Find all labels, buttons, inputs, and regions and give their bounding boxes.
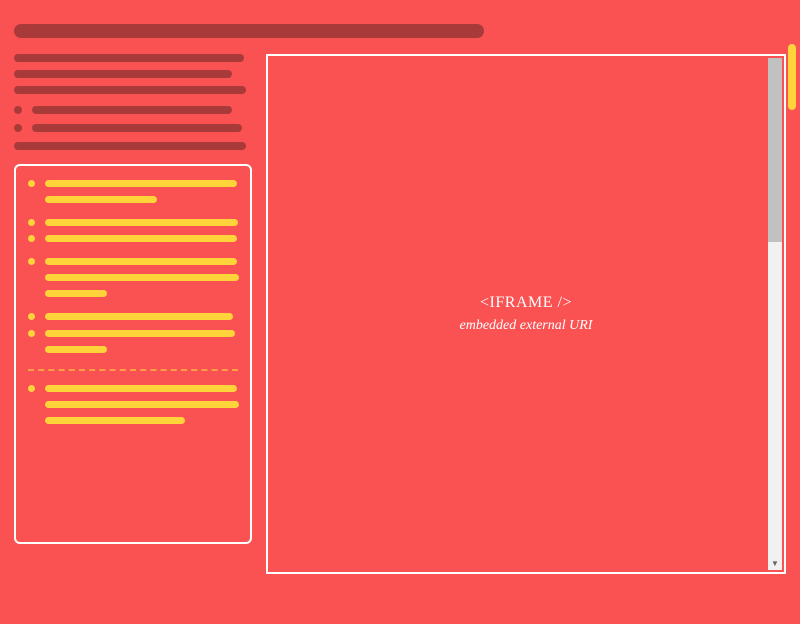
list-group — [28, 330, 238, 353]
list-item[interactable] — [28, 235, 238, 242]
text-line — [14, 54, 244, 62]
text-line — [32, 124, 242, 132]
bullet-icon — [28, 258, 35, 265]
list-group — [28, 313, 238, 320]
bullet-icon — [14, 106, 22, 114]
text-line — [45, 219, 238, 226]
list-group — [28, 385, 238, 424]
bullet-icon — [14, 124, 22, 132]
list-item[interactable] — [28, 219, 238, 226]
bullet-icon — [28, 219, 35, 226]
text-line — [45, 385, 237, 392]
divider — [28, 369, 238, 371]
text-line — [32, 106, 232, 114]
text-line — [14, 86, 246, 94]
list-item — [14, 106, 252, 114]
text-line — [45, 417, 185, 424]
text-line — [45, 274, 239, 281]
sidebar — [14, 54, 252, 574]
list-item — [14, 124, 252, 132]
text-line — [45, 235, 237, 242]
iframe-label: <IFRAME /> — [480, 294, 572, 312]
list-group — [28, 180, 238, 203]
text-line — [14, 70, 232, 78]
highlight-box — [14, 164, 252, 544]
page-title-bar — [14, 24, 484, 38]
text-line — [45, 180, 237, 187]
text-line — [45, 313, 233, 320]
scrollbar-thumb[interactable] — [768, 58, 782, 242]
iframe-sublabel: embedded external URI — [460, 318, 593, 334]
bullet-icon — [28, 313, 35, 320]
text-line — [45, 346, 107, 353]
list-item[interactable] — [28, 330, 238, 337]
list-item[interactable] — [28, 180, 238, 187]
bullet-icon — [28, 385, 35, 392]
bullet-icon — [28, 330, 35, 337]
scroll-down-icon[interactable]: ▼ — [768, 556, 782, 570]
text-line — [45, 258, 237, 265]
page-scrollbar-thumb[interactable] — [788, 44, 796, 110]
list-group — [28, 258, 238, 297]
text-line — [14, 142, 246, 150]
list-item[interactable] — [28, 258, 238, 265]
text-line — [45, 330, 235, 337]
iframe-scrollbar[interactable]: ▲ ▼ — [768, 58, 782, 570]
list-group — [28, 219, 238, 242]
bullet-icon — [28, 180, 35, 187]
list-item[interactable] — [28, 313, 238, 320]
text-line — [45, 196, 157, 203]
intro-paragraph — [14, 54, 252, 94]
list-item[interactable] — [28, 385, 238, 392]
bullet-icon — [28, 235, 35, 242]
text-line — [45, 290, 107, 297]
iframe-embed[interactable]: <IFRAME /> embedded external URI ▲ ▼ — [266, 54, 786, 574]
main-layout: <IFRAME /> embedded external URI ▲ ▼ — [0, 38, 800, 574]
text-line — [45, 401, 239, 408]
